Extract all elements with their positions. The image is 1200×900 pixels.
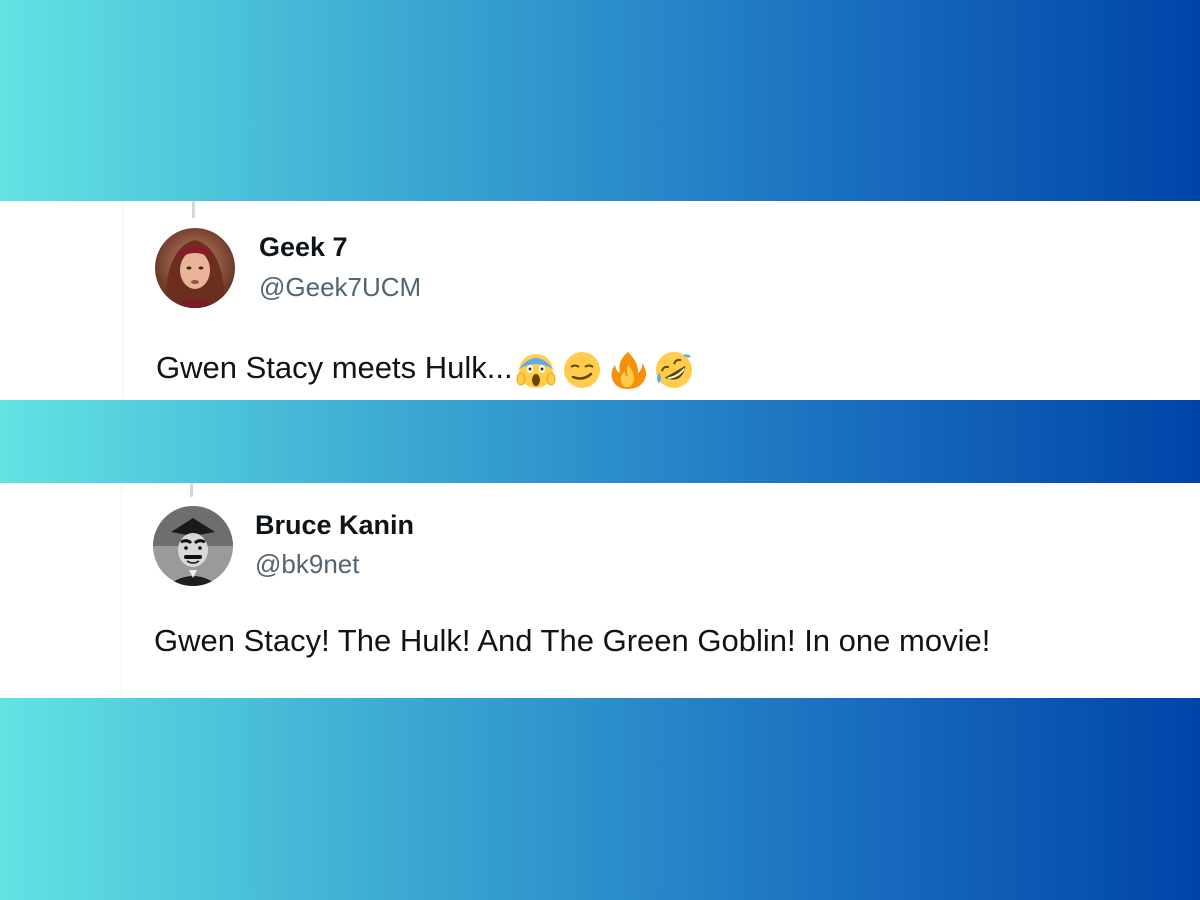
smirk-emoji-icon	[563, 352, 600, 388]
fire-emoji-icon	[611, 352, 646, 389]
emoji-group	[515, 349, 695, 391]
thread-divider	[122, 201, 123, 400]
display-name[interactable]: Bruce Kanin	[255, 510, 414, 541]
tweet-text-content: Gwen Stacy meets Hulk...	[156, 350, 513, 386]
thread-connector-line	[190, 483, 193, 497]
tweet-text: Gwen Stacy meets Hulk...	[156, 349, 695, 391]
avatar[interactable]	[153, 506, 233, 586]
tweet-card[interactable]: Geek 7 @Geek7UCM Gwen Stacy meets Hulk..…	[0, 201, 1200, 400]
tweet-text: Gwen Stacy! The Hulk! And The Green Gobl…	[154, 623, 991, 658]
user-handle[interactable]: @Geek7UCM	[259, 272, 421, 303]
thread-connector-line	[192, 201, 195, 218]
rofl-emoji-icon	[655, 352, 692, 388]
scream-emoji-icon	[516, 354, 556, 388]
user-handle[interactable]: @bk9net	[255, 549, 359, 580]
thread-divider	[121, 483, 122, 698]
avatar[interactable]	[155, 228, 235, 308]
tweet-card[interactable]: Bruce Kanin @bk9net Gwen Stacy! The Hulk…	[0, 483, 1200, 698]
display-name[interactable]: Geek 7	[259, 232, 348, 263]
gradient-background	[0, 0, 1200, 900]
